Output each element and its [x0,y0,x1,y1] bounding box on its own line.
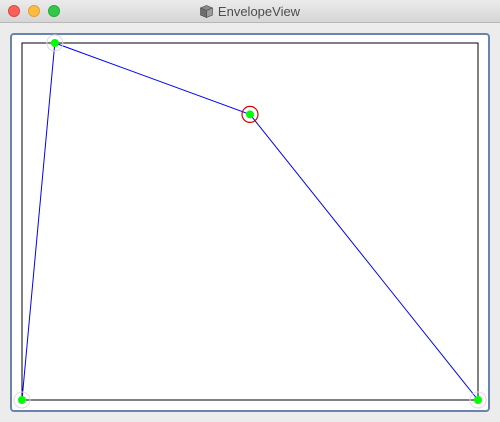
envelope-view[interactable] [0,0,500,422]
envelope-bounds [21,42,479,401]
envelope-curve [21,42,479,401]
envelope-point-handle[interactable] [474,396,482,404]
envelope-points [13,34,487,409]
envelope-window: EnvelopeView [0,0,500,422]
envelope-point-handle[interactable] [246,110,254,119]
envelope-point-handle[interactable] [50,39,59,47]
envelope-point-handle[interactable] [18,396,26,404]
